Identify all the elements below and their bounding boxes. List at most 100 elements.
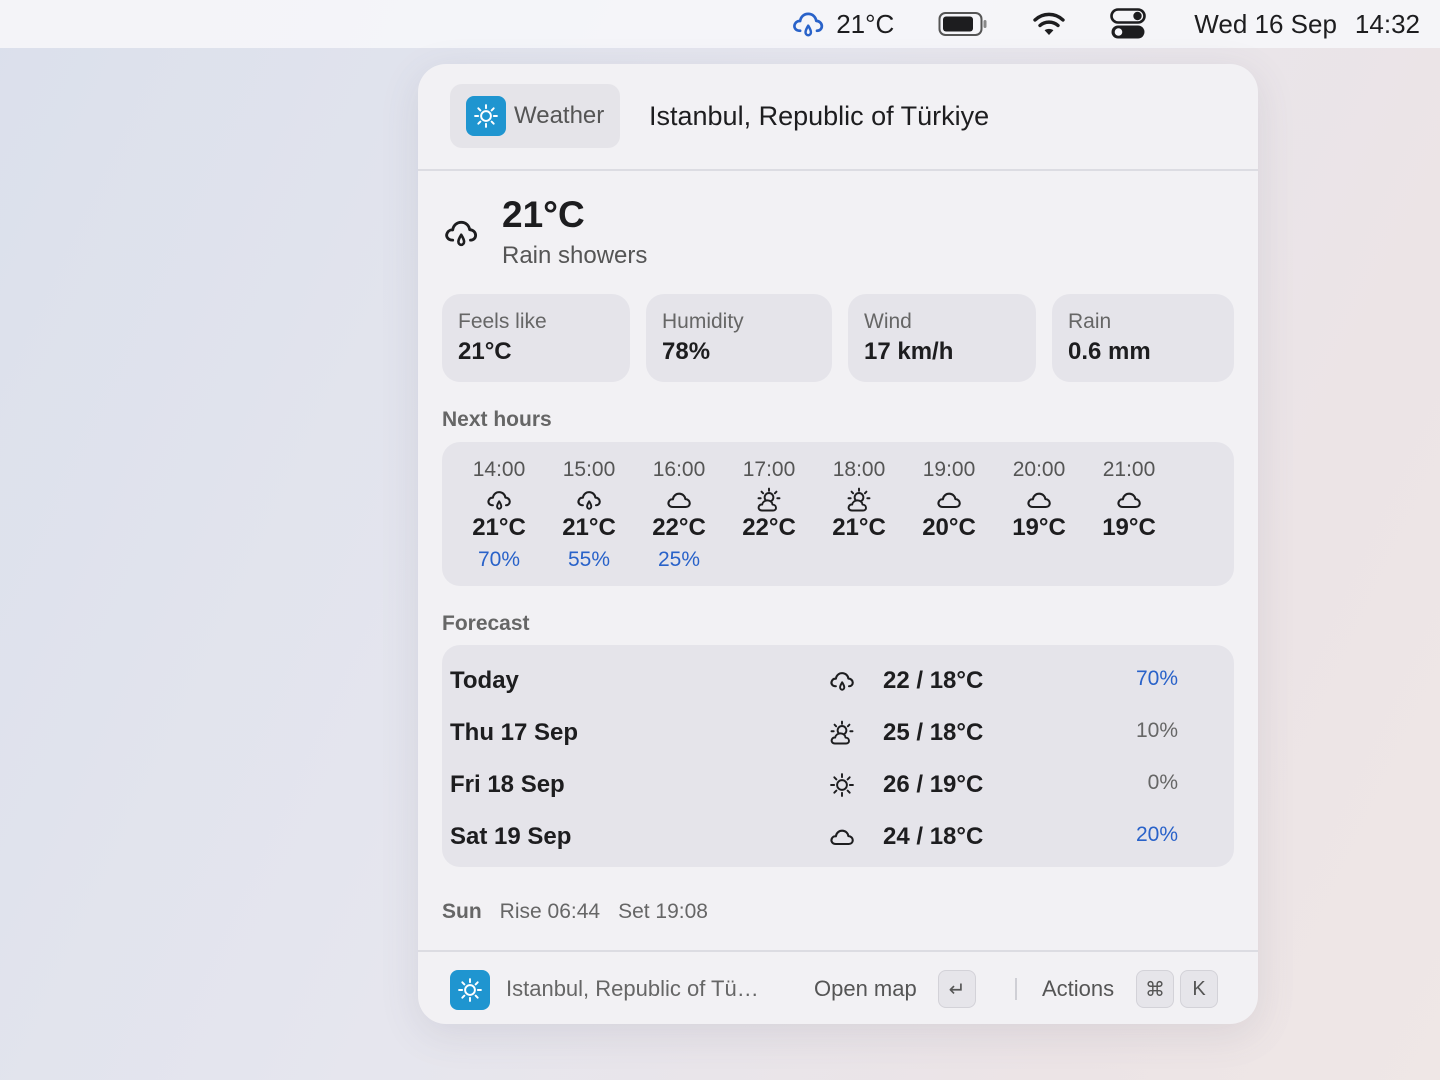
weather-app-icon [450, 970, 490, 1010]
forecast-day: Thu 17 Sep [450, 719, 579, 746]
current-temperature: 21°C [502, 194, 585, 235]
hour-time: 17:00 [742, 458, 796, 481]
cmd-key-hint: ⌘ [1136, 970, 1174, 1008]
forecast-temps: 24 / 18°C [883, 823, 984, 850]
next-hours-label: Next hours [442, 408, 552, 431]
hour-temp: 22°C [652, 514, 706, 541]
open-map-button[interactable]: Open map [814, 976, 917, 1002]
hour-time: 19:00 [922, 458, 976, 481]
daily-forecast: Today 22 / 18°C 70% Thu 17 Sep 25 / 18°C 10% F… [442, 645, 1234, 867]
hour-temp: 22°C [742, 514, 796, 541]
rain-icon [828, 667, 856, 695]
forecast-temps: 22 / 18°C [883, 667, 984, 694]
footer-location: Istanbul, Republic of Tü… [506, 976, 759, 1001]
menubar-time: 14:32 [1354, 8, 1420, 39]
control-center-icon[interactable] [1110, 8, 1147, 40]
forecast-label: Forecast [442, 612, 530, 635]
rain-icon [485, 486, 513, 514]
stat-value: 78% [662, 338, 711, 365]
hour-item: 19:00 20°C [904, 458, 994, 572]
hour-temp: 21°C [472, 514, 526, 541]
partly-cloudy-icon [828, 719, 856, 747]
stat-label: Feels like [458, 310, 547, 333]
partly-cloudy-icon [845, 486, 873, 514]
forecast-precip: 70% [1135, 667, 1178, 690]
k-key-hint: K [1180, 970, 1218, 1008]
footer-divider [1015, 978, 1017, 1000]
hourly-forecast: 14:00 21°C 70% 15:00 21°C 55% 16:00 22°C 25% 17:0… [442, 442, 1234, 586]
hour-temp: 19°C [1102, 514, 1156, 541]
forecast-day: Fri 18 Sep [450, 771, 565, 798]
panel-footer: Istanbul, Republic of Tü… Open map ↵ Act… [418, 950, 1258, 1024]
location-title: Istanbul, Republic of Türkiye [649, 101, 990, 131]
hour-precip: 25% [657, 548, 701, 571]
forecast-precip: 0% [1147, 771, 1178, 794]
hour-time: 15:00 [562, 458, 616, 481]
stat-label: Rain [1068, 310, 1112, 333]
hour-item: 16:00 22°C 25% [634, 458, 724, 572]
hour-precip [814, 548, 904, 572]
hour-item: 21:00 19°C [1084, 458, 1174, 572]
hour-time: 18:00 [832, 458, 886, 481]
hour-precip: 70% [477, 548, 521, 571]
menubar-weather[interactable]: 21°C [790, 6, 894, 42]
sun-label: Sun [442, 900, 482, 923]
wifi-icon[interactable] [1032, 10, 1066, 38]
forecast-precip: 10% [1135, 719, 1178, 742]
forecast-row: Fri 18 Sep 26 / 19°C 0% [442, 759, 1234, 811]
stat-humidity: Humidity 78% [646, 294, 832, 382]
stat-value: 0.6 mm [1068, 338, 1151, 365]
stat-rain: Rain 0.6 mm [1052, 294, 1234, 382]
stat-value: 17 km/h [864, 338, 954, 365]
rain-showers-icon [442, 214, 480, 252]
weather-app-chip[interactable]: Weather [450, 84, 621, 148]
sunset: Set 19:08 [618, 900, 708, 923]
stat-wind: Wind 17 km/h [848, 294, 1036, 382]
hour-temp: 19°C [1012, 514, 1066, 541]
forecast-day: Today [450, 667, 519, 694]
sun-icon [828, 771, 856, 799]
hour-precip [1084, 548, 1174, 572]
cloud-icon [1025, 486, 1053, 514]
forecast-temps: 25 / 18°C [883, 719, 984, 746]
menubar-date: Wed 16 Sep [1194, 8, 1337, 39]
hour-time: 21:00 [1102, 458, 1156, 481]
hour-precip [724, 548, 814, 572]
hour-time: 14:00 [472, 458, 526, 481]
hour-precip: 55% [567, 548, 611, 571]
hour-item: 18:00 21°C [814, 458, 904, 572]
cloud-icon [1115, 486, 1143, 514]
forecast-row: Today 22 / 18°C 70% [442, 655, 1234, 707]
hour-precip [904, 548, 994, 572]
hour-precip [994, 548, 1084, 572]
panel-header: Weather Istanbul, Republic of Türkiye [418, 64, 1258, 171]
forecast-row: Sat 19 Sep 24 / 18°C 20% [442, 811, 1234, 863]
hour-time: 20:00 [1012, 458, 1066, 481]
weather-panel: Weather Istanbul, Republic of Türkiye 21… [418, 64, 1258, 1024]
hour-item: 20:00 19°C [994, 458, 1084, 572]
cloud-icon [828, 823, 856, 851]
menubar-clock[interactable]: Wed 16 Sep 14:32 [1194, 9, 1420, 40]
battery-icon[interactable] [938, 11, 988, 37]
hour-temp: 21°C [562, 514, 616, 541]
cloud-icon [665, 486, 693, 514]
hour-time: 16:00 [652, 458, 706, 481]
partly-cloudy-icon [755, 486, 783, 514]
forecast-temps: 26 / 19°C [883, 771, 984, 798]
stat-label: Wind [864, 310, 912, 333]
cloud-icon [935, 486, 963, 514]
stat-feels-like: Feels like 21°C [442, 294, 630, 382]
current-condition: Rain showers [502, 242, 648, 269]
menubar-temperature: 21°C [836, 8, 895, 39]
sun-times: Sun Rise 06:44 Set 19:08 [442, 900, 708, 924]
actions-button[interactable]: Actions [1042, 976, 1114, 1002]
hour-temp: 21°C [832, 514, 886, 541]
sunrise: Rise 06:44 [499, 900, 601, 923]
hour-item: 14:00 21°C 70% [454, 458, 544, 572]
enter-key-hint: ↵ [938, 970, 976, 1008]
forecast-day: Sat 19 Sep [450, 823, 572, 850]
stat-label: Humidity [662, 310, 744, 333]
weather-app-icon [466, 96, 506, 136]
app-chip-label: Weather [514, 102, 605, 129]
hour-item: 15:00 21°C 55% [544, 458, 634, 572]
